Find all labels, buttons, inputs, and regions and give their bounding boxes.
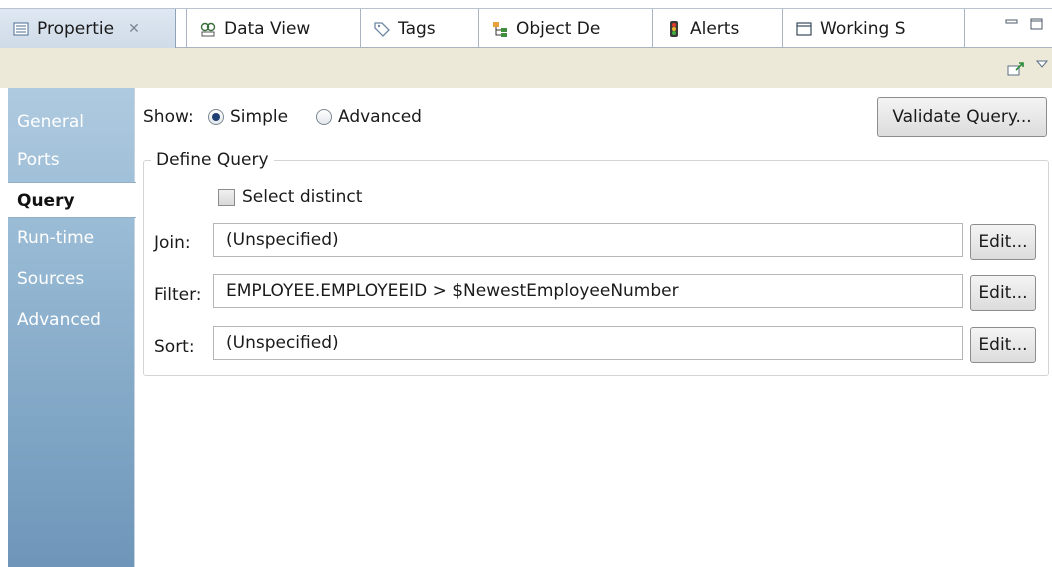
show-label: Show: (143, 107, 194, 127)
sort-field[interactable]: (Unspecified) (213, 326, 963, 360)
sidebar-item-general[interactable]: General (17, 104, 84, 140)
view-toolbar (0, 48, 1052, 88)
maximize-icon[interactable] (1030, 15, 1044, 30)
sidebar-item-advanced[interactable]: Advanced (17, 302, 101, 338)
tab-label: Alerts (690, 18, 740, 39)
filter-field[interactable]: EMPLOYEE.EMPLOYEEID > $NewestEmployeeNum… (213, 274, 963, 308)
tab-label: Data View (224, 18, 311, 39)
filter-label: Filter: (154, 285, 202, 305)
properties-sidebar: General Ports Query Run-time Sources Adv… (8, 88, 136, 567)
tab-label: Tags (398, 18, 436, 39)
select-distinct-label[interactable]: Select distinct (242, 187, 362, 207)
tab-data-view[interactable]: Data View (187, 9, 359, 48)
sidebar-item-ports[interactable]: Ports (17, 142, 60, 178)
tab-alerts[interactable]: Alerts (653, 9, 781, 48)
join-field[interactable]: (Unspecified) (213, 223, 963, 257)
sidebar-item-sources[interactable]: Sources (17, 261, 84, 297)
radio-selected-dot (212, 113, 220, 121)
window-icon (795, 20, 813, 38)
view-menu-icon[interactable] (1035, 54, 1049, 68)
tab-separator (964, 9, 965, 48)
filter-edit-button[interactable]: Edit... (970, 275, 1036, 311)
simple-radio-label[interactable]: Simple (230, 107, 288, 127)
validate-query-button[interactable]: Validate Query... (877, 97, 1047, 137)
join-label: Join: (154, 233, 191, 253)
join-edit-button[interactable]: Edit... (970, 224, 1036, 260)
minimize-icon[interactable] (1005, 15, 1019, 27)
sort-edit-button[interactable]: Edit... (970, 327, 1036, 363)
object-dependencies-icon (491, 20, 509, 38)
tab-properties[interactable]: Propertie ✕ (0, 9, 176, 48)
tab-object-dependencies[interactable]: Object De (479, 9, 651, 48)
tag-icon (373, 20, 391, 38)
tab-tags[interactable]: Tags (361, 9, 477, 48)
sidebar-item-query[interactable]: Query (8, 182, 136, 218)
sidebar-item-run-time[interactable]: Run-time (17, 220, 94, 256)
view-tab-bar: Propertie ✕ Data View Tags Object De Ale… (0, 8, 1052, 48)
simple-radio[interactable] (208, 109, 224, 125)
tab-label: Object De (516, 18, 601, 39)
sort-label: Sort: (154, 337, 195, 357)
alert-icon (665, 20, 683, 38)
advanced-radio[interactable] (316, 109, 332, 125)
data-view-icon (199, 20, 217, 38)
tab-label: Working S (820, 18, 906, 39)
select-distinct-checkbox[interactable] (218, 189, 235, 206)
tab-working-set[interactable]: Working S (783, 9, 963, 48)
advanced-radio-label[interactable]: Advanced (338, 107, 422, 127)
close-icon[interactable]: ✕ (128, 21, 140, 37)
properties-icon (12, 20, 30, 38)
define-query-title: Define Query (151, 150, 274, 170)
pin-editor-icon[interactable] (1007, 61, 1025, 77)
tab-label: Propertie (37, 18, 115, 39)
